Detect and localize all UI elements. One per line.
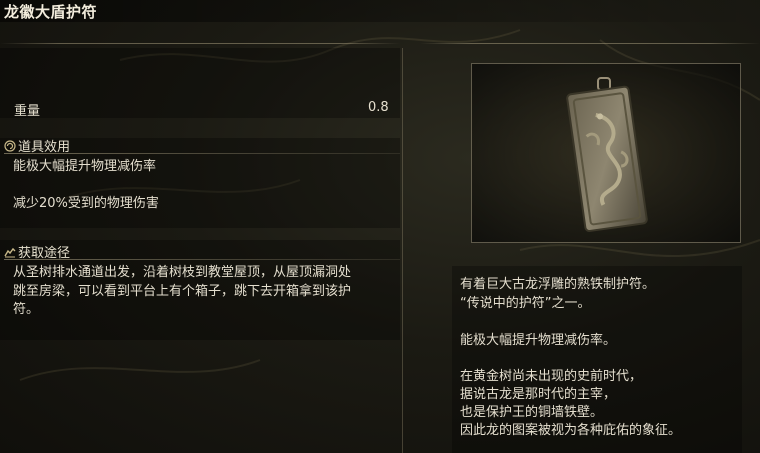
item-title: 龙徽大盾护符 <box>4 3 98 21</box>
obtain-divider <box>4 259 400 260</box>
effect-line-1: 能极大幅提升物理减伤率 <box>13 159 157 174</box>
description-line-4: 在黄金树尚未出现的史前时代， <box>460 369 643 384</box>
description-line-1: 有着巨大古龙浮雕的熟铁制护符。 <box>460 277 656 292</box>
weight-value: 0.8 <box>368 100 389 115</box>
dragon-crest-talisman-image <box>566 77 648 232</box>
effect-divider <box>4 153 400 154</box>
hand-icon <box>4 247 16 257</box>
description-line-5: 据说古龙是那时代的主宰， <box>460 387 617 402</box>
effect-line-2: 减少20%受到的物理伤害 <box>13 196 159 211</box>
swirl-icon <box>4 139 16 152</box>
title-divider <box>0 43 400 44</box>
weight-label: 重量 <box>14 104 41 119</box>
description-line-2: “传说中的护符”之一。 <box>460 296 591 311</box>
obtain-line-2: 跳至房梁，可以看到平台上有个箱子，跳下去开箱拿到该护 <box>13 284 352 299</box>
title-bar <box>0 0 760 22</box>
title-divider-right <box>420 43 760 44</box>
description-line-3: 能极大幅提升物理减伤率。 <box>460 333 617 348</box>
description-line-7: 因此龙的图案被视为各种庇佑的象征。 <box>460 423 682 438</box>
obtain-line-3: 符。 <box>13 302 40 317</box>
obtain-line-1: 从圣树排水通道出发，沿着树枝到教堂屋顶，从屋顶漏洞处 <box>13 265 352 280</box>
weight-box <box>0 48 400 118</box>
item-image-frame <box>471 63 741 243</box>
description-line-6: 也是保护王的铜墙铁壁。 <box>460 405 604 420</box>
